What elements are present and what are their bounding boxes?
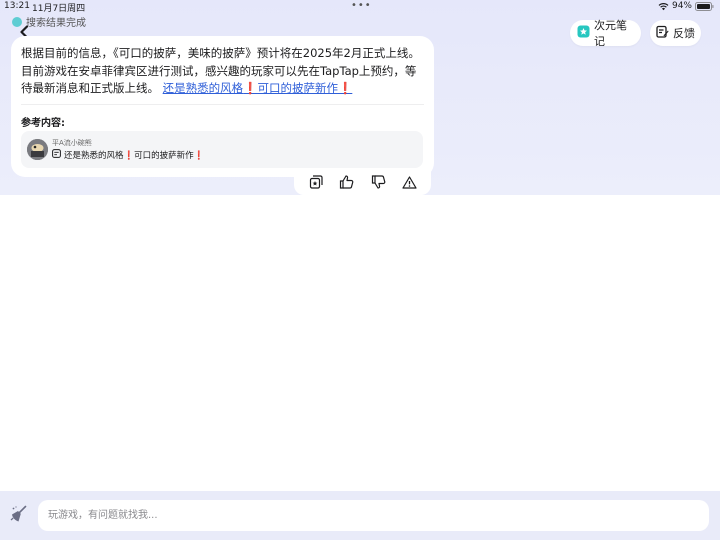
divider [21,104,424,105]
search-status-text: 搜索结果完成 [26,18,86,29]
notes-label: 次元笔记 [594,19,627,48]
answer-link-mark-2: ❗ [337,81,353,95]
thumbs-down-icon [371,174,386,193]
reference-post-icon [52,149,61,161]
chat-input[interactable] [38,500,709,531]
dislike-button[interactable] [367,173,389,193]
report-icon [402,174,417,193]
status-bar: 13:21 11月7日周四 ••• 94% [0,0,720,14]
thumbs-up-icon [339,174,354,193]
notes-icon [577,25,590,41]
avatar [27,139,48,160]
bottom-bar [0,491,720,540]
answer-link-part2: 可口的披萨新作 [257,81,338,95]
feedback-label: 反馈 [673,27,695,40]
reference-author: 平A流小碗熊 [52,139,92,147]
save-button[interactable] [305,173,327,193]
reference-title-part2: 可口的披萨新作 [134,151,194,161]
answer-link-mark: ❗ [243,81,258,95]
battery-icon [695,1,714,11]
feedback-icon [656,25,669,41]
answer-body: 根据目前的信息，《可口的披萨，美味的披萨》预计将在2025年2月正式上线。目前游… [21,45,426,98]
reference-item[interactable]: 平A流小碗熊 还是熟悉的风格❗可口的披萨新作❗ [21,131,423,168]
feedback-button[interactable]: 反馈 [650,20,701,46]
answer-link-part1: 还是熟悉的风格 [162,81,244,95]
status-time: 13:21 [4,1,30,11]
multitask-dots-icon[interactable]: ••• [351,0,372,11]
broom-icon[interactable] [10,505,28,527]
status-date: 11月7日周四 [32,4,86,14]
answer-source-link[interactable]: 还是熟悉的风格❗可口的披萨新作❗ [163,81,353,95]
references-heading: 参考内容: [21,118,65,129]
reference-title-mark-2: ❗ [193,151,205,161]
answer-card: 根据目前的信息，《可口的披萨，美味的披萨》预计将在2025年2月正式上线。目前游… [11,36,434,177]
answer-action-bar [294,171,431,195]
notes-button[interactable]: 次元笔记 [570,19,641,48]
battery-percent: 94% [671,1,692,11]
status-indicators: 94% [658,1,714,11]
wifi-icon [658,2,669,11]
reference-title-part1: 还是熟悉的风格 [64,151,124,161]
reference-title: 还是熟悉的风格❗可口的披萨新作❗ [52,149,204,161]
copy-icon [309,174,323,193]
like-button[interactable] [336,173,358,193]
report-button[interactable] [398,173,420,193]
reference-title-mark: ❗ [123,151,135,161]
